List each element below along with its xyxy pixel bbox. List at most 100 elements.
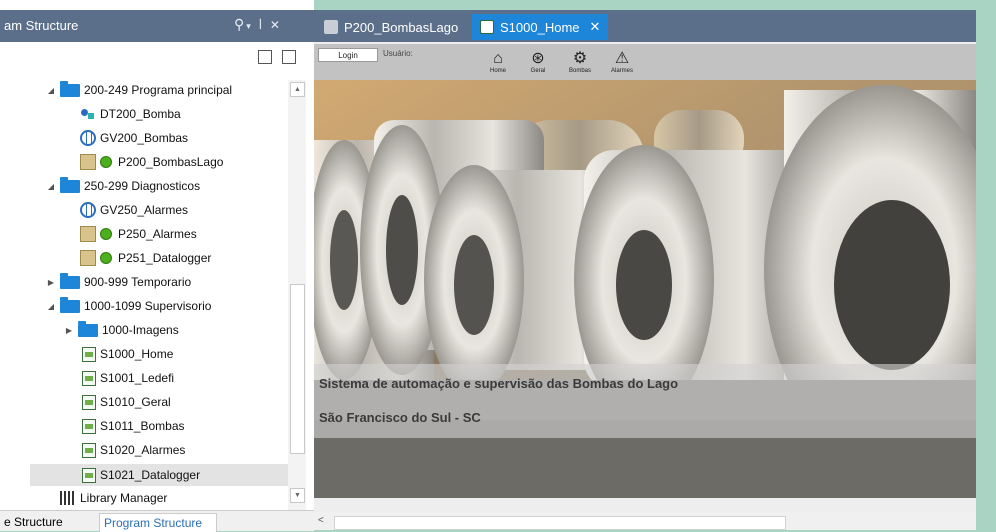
- nav-alarmes-button[interactable]: ⚠ Alarmes: [604, 50, 640, 78]
- tree-item-gv250[interactable]: GV250_Alarmes: [80, 199, 188, 221]
- nav-label: Home: [489, 68, 506, 74]
- tree-item-label: GV250_Alarmes: [100, 203, 189, 217]
- tree-folder-programa-principal[interactable]: ◢ 200-249 Programa principal: [46, 79, 232, 101]
- tree-vertical-scrollbar[interactable]: ▲ ▼: [288, 80, 306, 510]
- document-tab-bar: P200_BombasLago S1000_Home ✕: [314, 10, 976, 42]
- library-icon: [60, 491, 74, 505]
- status-dot-icon: [100, 252, 112, 264]
- hmi-header-bar: [314, 44, 976, 80]
- tree-item-s1000[interactable]: S1000_Home: [82, 343, 173, 365]
- user-label: Usuário:: [383, 49, 413, 58]
- scroll-left-icon[interactable]: <: [318, 515, 324, 526]
- collapse-arrow-icon[interactable]: ◢: [46, 302, 56, 311]
- folder-icon: [60, 296, 80, 313]
- window-background-edge: [976, 0, 996, 530]
- panel-toolbar: [0, 42, 314, 74]
- screen-icon: [82, 394, 96, 410]
- status-dot-icon: [100, 228, 112, 240]
- tree-item-label: P250_Alarmes: [118, 227, 197, 241]
- screen-icon: [82, 442, 96, 458]
- close-icon[interactable]: ✕: [270, 18, 282, 32]
- nav-label: Alarmes: [610, 68, 633, 74]
- panel-bottom-tabs: e Structure Program Structure: [0, 510, 314, 532]
- tree-item-label: S1000_Home: [100, 347, 174, 361]
- status-dot-icon: [100, 156, 112, 168]
- program-icon: [80, 154, 96, 170]
- screen-icon: [82, 467, 96, 483]
- scroll-thumb[interactable]: [290, 284, 305, 454]
- tree-item-label: Library Manager: [80, 491, 168, 505]
- program-icon: [80, 226, 96, 242]
- folder-icon: [60, 272, 80, 289]
- tree-item-label: S1010_Geral: [100, 395, 171, 409]
- panel-tools: ⚲▾ ꟾ ✕: [234, 16, 282, 33]
- tree-folder-imagens[interactable]: ▶ 1000-Imagens: [64, 319, 179, 341]
- tree-item-label: GV200_Bombas: [100, 131, 189, 145]
- chevron-down-icon[interactable]: ▾: [246, 21, 253, 31]
- tree-item-gv200[interactable]: GV200_Bombas: [80, 127, 188, 149]
- tab-label: P200_BombasLago: [344, 19, 459, 35]
- collapse-all-icon[interactable]: [282, 50, 296, 64]
- tree-item-label: 250-299 Diagnosticos: [84, 179, 201, 193]
- nav-geral-button[interactable]: ⊛ Geral: [520, 50, 556, 78]
- tab-device-structure[interactable]: e Structure: [0, 513, 67, 531]
- home-icon: ⌂: [493, 50, 503, 67]
- tree-item-label: P251_Datalogger: [118, 251, 212, 265]
- panel-title-bar: am Structure ⚲▾ ꟾ ✕: [0, 10, 314, 42]
- panel-title: am Structure: [4, 18, 79, 33]
- tree-folder-supervisorio[interactable]: ◢ 1000-1099 Supervisorio: [46, 295, 211, 317]
- search-icon[interactable]: ⚲: [234, 16, 246, 32]
- canvas-horizontal-scrollbar[interactable]: <: [314, 512, 976, 530]
- expand-arrow-icon[interactable]: ▶: [46, 278, 56, 287]
- screen-icon: [82, 346, 96, 362]
- tree-folder-temporario[interactable]: ▶ 900-999 Temporario: [46, 271, 191, 293]
- tree-item-library-manager[interactable]: Library Manager: [60, 487, 167, 509]
- expand-all-icon[interactable]: [258, 50, 272, 64]
- program-icon: [324, 20, 338, 34]
- tree-item-s1011[interactable]: S1011_Bombas: [82, 415, 185, 437]
- global-vars-icon: [80, 130, 96, 146]
- tree-item-s1021[interactable]: S1021_Datalogger: [82, 464, 200, 486]
- nav-bombas-button[interactable]: ⚙ Bombas: [562, 50, 598, 78]
- scroll-down-icon[interactable]: ▼: [290, 488, 305, 503]
- binoculars-icon: ⊛: [531, 50, 545, 67]
- nav-label: Geral: [530, 68, 546, 74]
- global-vars-icon: [80, 202, 96, 218]
- tree-item-s1020[interactable]: S1020_Alarmes: [82, 439, 185, 461]
- tree-item-p250[interactable]: P250_Alarmes: [80, 223, 197, 245]
- tree-item-label: S1020_Alarmes: [100, 443, 186, 457]
- tree-item-label: S1011_Bombas: [100, 419, 185, 433]
- tree-item-dt200[interactable]: DT200_Bomba: [80, 103, 181, 125]
- screen-icon: [82, 418, 96, 434]
- warning-icon: ⚠: [614, 50, 630, 67]
- collapse-arrow-icon[interactable]: ◢: [46, 182, 56, 191]
- gears-icon: ⚙: [572, 50, 588, 67]
- tree-item-s1001[interactable]: S1001_Ledefi: [82, 367, 174, 389]
- tab-program-structure[interactable]: Program Structure: [99, 513, 217, 532]
- nav-home-button[interactable]: ⌂ Home: [480, 50, 516, 78]
- pin-icon[interactable]: ꟾ: [259, 20, 264, 32]
- tree-item-label: 1000-1099 Supervisorio: [84, 299, 212, 313]
- tree-item-p251[interactable]: P251_Datalogger: [80, 247, 211, 269]
- tree-item-label: P200_BombasLago: [118, 155, 224, 169]
- folder-icon: [78, 320, 98, 337]
- tree-folder-diagnosticos[interactable]: ◢ 250-299 Diagnosticos: [46, 175, 200, 197]
- scroll-thumb[interactable]: [334, 516, 786, 530]
- close-tab-icon[interactable]: ✕: [590, 19, 601, 35]
- tree-item-p200[interactable]: P200_BombasLago: [80, 151, 223, 173]
- expand-arrow-icon[interactable]: ▶: [64, 326, 74, 335]
- collapse-arrow-icon[interactable]: ◢: [46, 86, 56, 95]
- tree-item-label: 1000-Imagens: [102, 323, 179, 337]
- caption-title: Sistema de automação e supervisão das Bo…: [319, 376, 679, 391]
- program-icon: [80, 250, 96, 266]
- nav-label: Bombas: [568, 68, 591, 74]
- tree-item-s1010[interactable]: S1010_Geral: [82, 391, 171, 413]
- tab-s1000-home[interactable]: S1000_Home ✕: [472, 14, 609, 40]
- screen-icon: [82, 370, 96, 386]
- tree-item-label: 900-999 Temporario: [84, 275, 192, 289]
- datatype-icon: [80, 106, 96, 122]
- tree-item-label: S1021_Datalogger: [100, 468, 201, 482]
- login-button[interactable]: Login: [318, 48, 378, 62]
- scroll-up-icon[interactable]: ▲: [290, 82, 305, 97]
- tab-p200-bombaslago[interactable]: P200_BombasLago: [316, 14, 466, 40]
